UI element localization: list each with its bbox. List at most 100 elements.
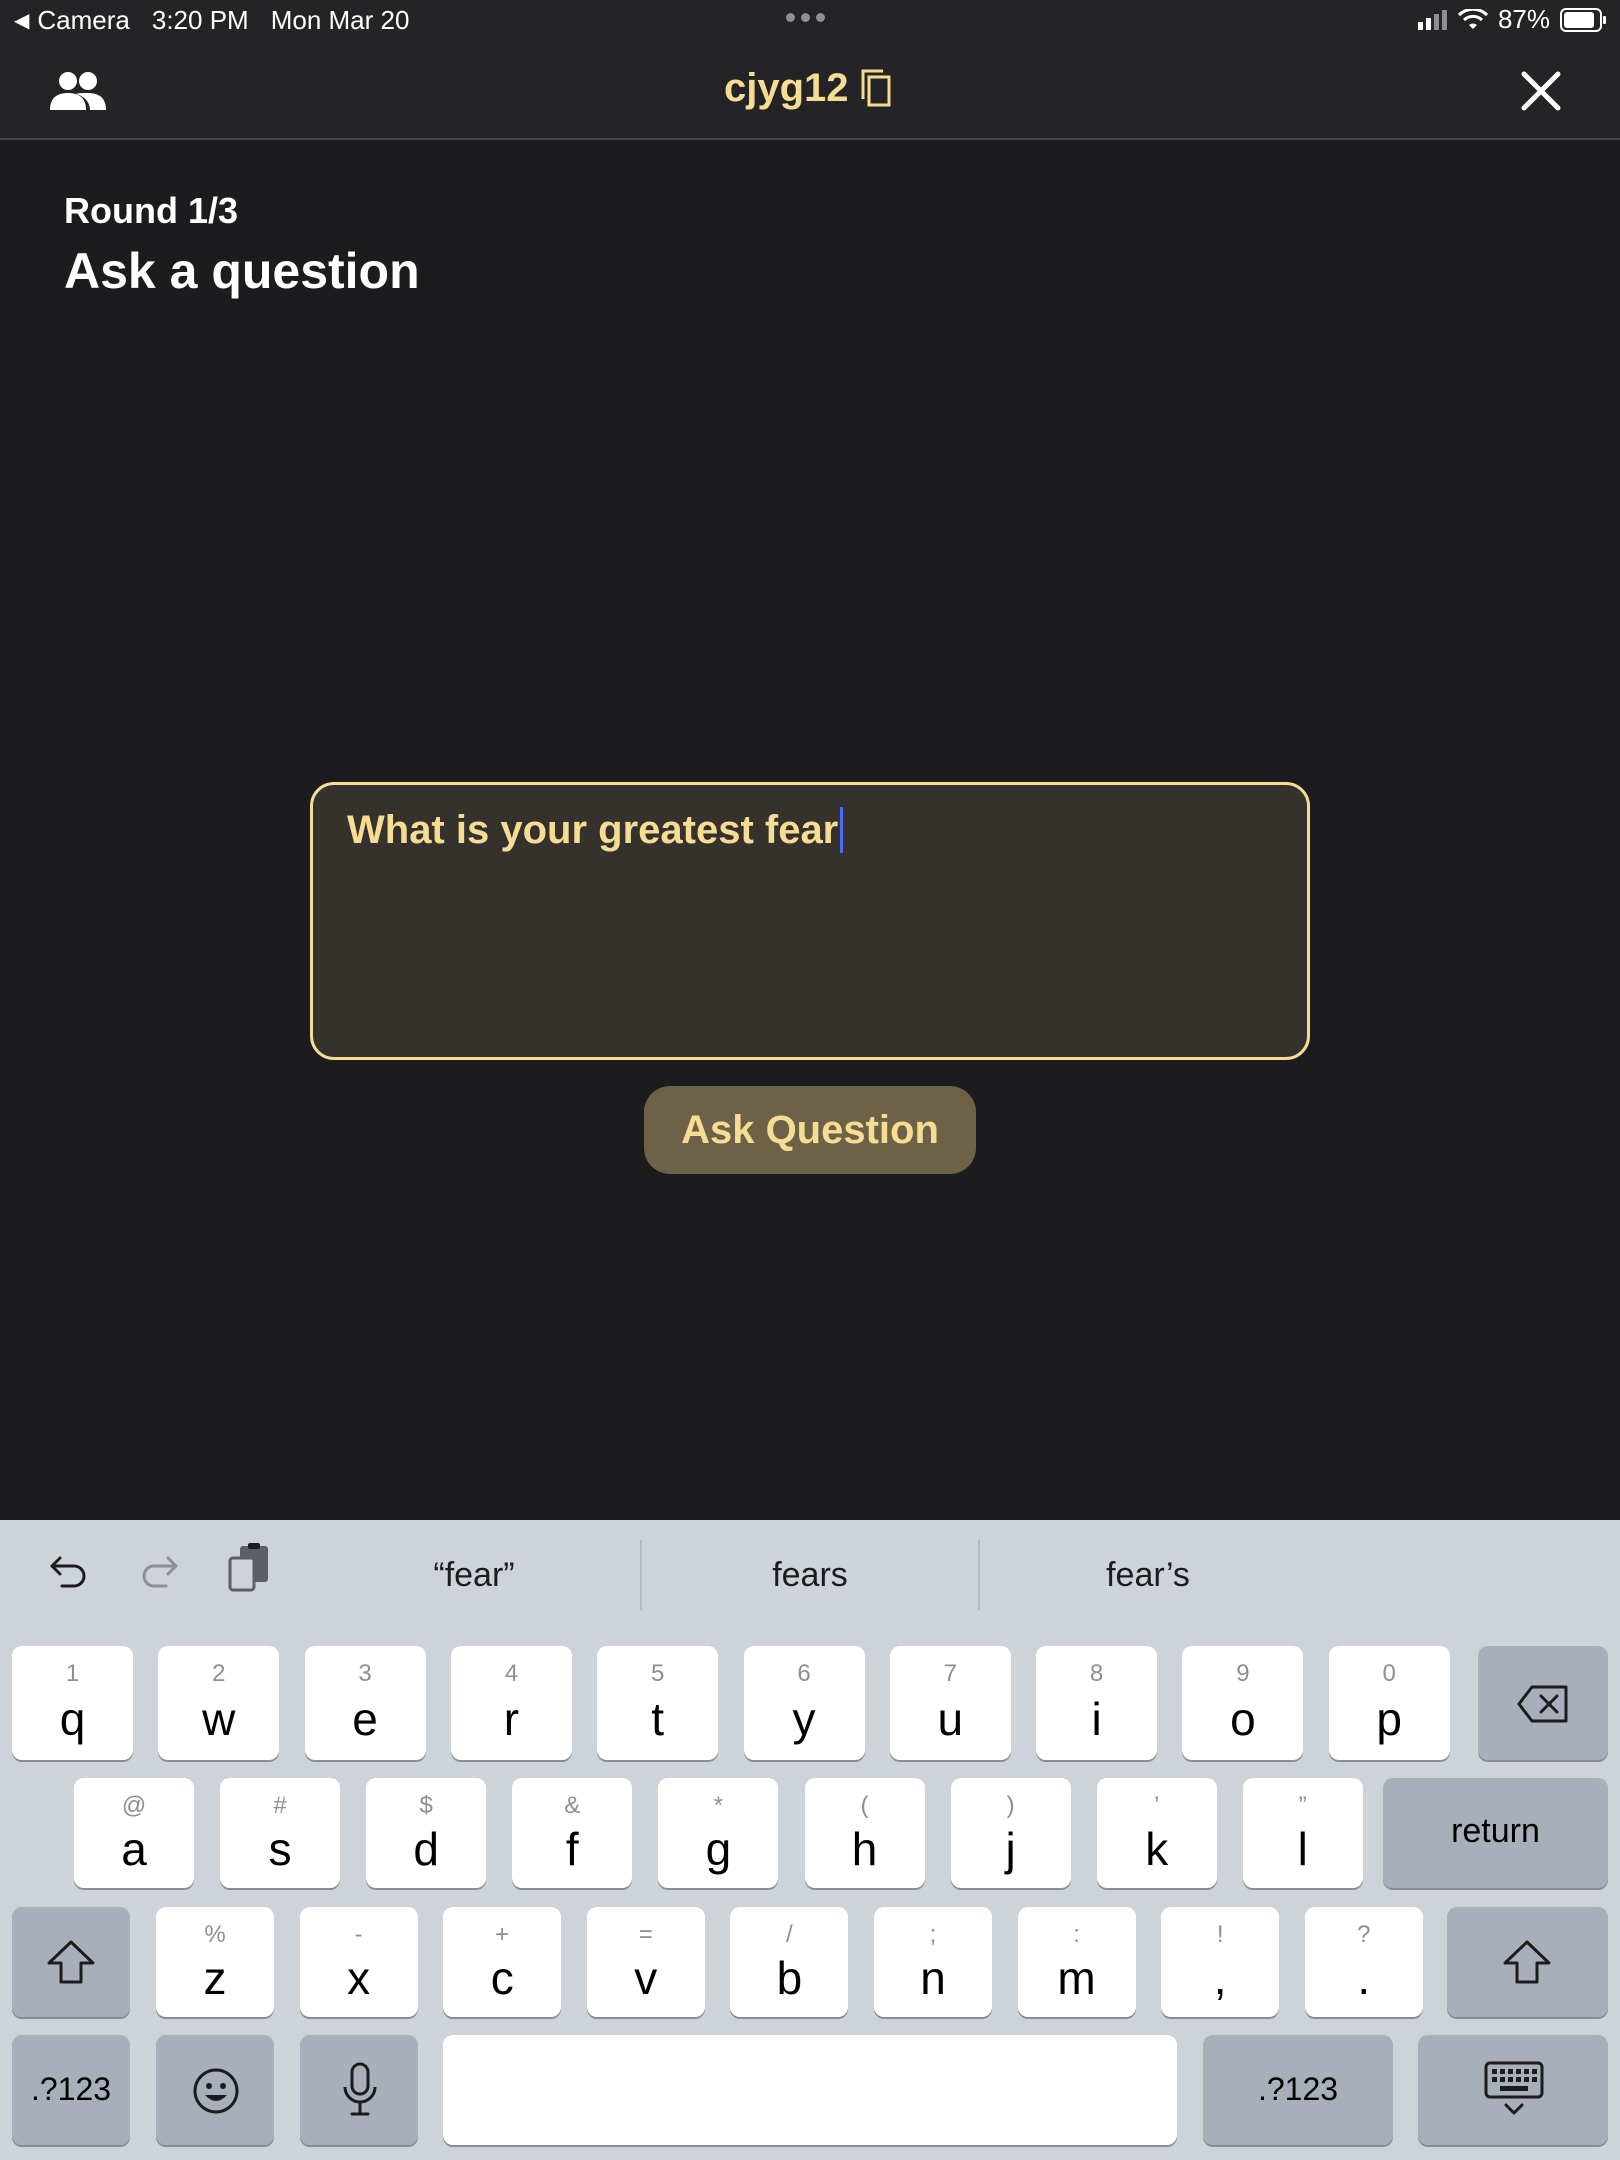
- key-primary-label: z: [203, 1952, 227, 2004]
- key-secondary-label: 1: [65, 1660, 80, 1687]
- numbers-key-left[interactable]: .?123: [12, 2035, 130, 2145]
- key-l[interactable]: ” l: [1242, 1778, 1363, 1888]
- key-primary-label: l: [1297, 1823, 1308, 1875]
- key-,[interactable]: !,: [1161, 1907, 1280, 2017]
- key-v[interactable]: = v: [586, 1907, 705, 2017]
- suggestion-1[interactable]: “fear”: [324, 1556, 624, 1595]
- key-primary-label: y: [792, 1693, 816, 1745]
- emoji-key[interactable]: [156, 2035, 274, 2145]
- key-secondary-label: #: [273, 1792, 287, 1819]
- key-w[interactable]: 2w: [158, 1646, 280, 1760]
- key-secondary-label: !: [1216, 1921, 1224, 1948]
- emoji-icon: [193, 2068, 239, 2114]
- question-input[interactable]: What is your greatest fear: [310, 782, 1310, 1060]
- key-primary-label: e: [352, 1693, 378, 1745]
- key-primary-label: w: [202, 1693, 236, 1745]
- key-y[interactable]: 6y: [743, 1646, 865, 1760]
- status-left: ◀ Camera 3:20 PM Mon Mar 20: [14, 5, 409, 36]
- round-indicator: Round 1/3: [64, 190, 239, 231]
- clipboard-icon[interactable]: [226, 1542, 272, 1594]
- key-x[interactable]: -x: [299, 1907, 418, 2017]
- keyboard-toolbar: “fear” fears fear’s: [0, 1520, 1620, 1628]
- back-arrow-icon[interactable]: ◀: [14, 8, 29, 33]
- key-primary-label: n: [920, 1952, 946, 2004]
- key-p[interactable]: 0p: [1328, 1646, 1450, 1760]
- key-e[interactable]: 3e: [304, 1646, 426, 1760]
- key-secondary-label: 6: [797, 1660, 811, 1687]
- key-secondary-label: 9: [1236, 1660, 1250, 1687]
- return-key[interactable]: return: [1383, 1778, 1608, 1888]
- key-primary-label: t: [651, 1693, 665, 1745]
- key-primary-label: b: [776, 1952, 803, 2004]
- redo-icon[interactable]: [138, 1550, 180, 1592]
- key-secondary-label: -: [354, 1921, 363, 1948]
- key-c[interactable]: + c: [443, 1907, 562, 2017]
- room-code-group[interactable]: cjyg12: [724, 66, 893, 111]
- key-primary-label: q: [59, 1693, 86, 1745]
- undo-icon[interactable]: [48, 1550, 90, 1592]
- key-secondary-label: %: [204, 1921, 226, 1948]
- question-input-value[interactable]: What is your greatest fear: [347, 808, 838, 852]
- back-app-label[interactable]: Camera: [37, 5, 129, 36]
- key-b[interactable]: / b: [730, 1907, 849, 2017]
- suggestion-3[interactable]: fear’s: [998, 1556, 1298, 1595]
- key-j[interactable]: ) j: [950, 1778, 1071, 1888]
- on-screen-keyboard: “fear” fears fear’s return .?123 .?123 1…: [0, 1520, 1620, 2160]
- backspace-icon: [1517, 1685, 1568, 1723]
- backspace-key[interactable]: [1478, 1646, 1608, 1760]
- close-icon[interactable]: [1520, 70, 1562, 112]
- key-primary-label: .: [1357, 1952, 1371, 2004]
- ask-question-button[interactable]: Ask Question: [644, 1086, 976, 1174]
- space-bar[interactable]: [443, 2035, 1177, 2145]
- key-i[interactable]: 8i: [1036, 1646, 1158, 1760]
- room-code[interactable]: cjyg12: [724, 66, 849, 111]
- page-title: Ask a question: [64, 243, 420, 299]
- key-g[interactable]: * g: [658, 1778, 779, 1888]
- key-h[interactable]: (h: [804, 1778, 925, 1888]
- key-primary-label: d: [413, 1823, 439, 1875]
- numbers-key-right[interactable]: .?123: [1203, 2035, 1393, 2145]
- shift-key-right[interactable]: [1447, 1907, 1608, 2017]
- key-z[interactable]: % z: [156, 1907, 274, 2017]
- key-r[interactable]: 4r: [450, 1646, 572, 1760]
- key-secondary-label: ?: [1357, 1921, 1371, 1948]
- people-icon[interactable]: [48, 70, 108, 112]
- key-.[interactable]: ?.: [1304, 1907, 1423, 2017]
- key-primary-label: m: [1057, 1952, 1096, 2004]
- key-f[interactable]: & f: [512, 1778, 633, 1888]
- numbers-key-label: .?123: [1257, 2071, 1339, 2107]
- key-a[interactable]: @ a: [74, 1778, 194, 1888]
- key-o[interactable]: 9o: [1182, 1646, 1304, 1760]
- key-primary-label: v: [634, 1952, 658, 2004]
- key-secondary-label: 3: [358, 1660, 372, 1687]
- key-m[interactable]: :m: [1017, 1907, 1136, 2017]
- key-primary-label: o: [1230, 1693, 1256, 1745]
- app-header: cjyg12: [0, 40, 1620, 140]
- key-k[interactable]: ’ k: [1096, 1778, 1217, 1888]
- key-secondary-label: ;: [929, 1921, 937, 1948]
- key-t[interactable]: 5t: [597, 1646, 719, 1760]
- key-secondary-label: *: [713, 1792, 724, 1819]
- suggestion-2[interactable]: fears: [660, 1556, 960, 1595]
- dismiss-keyboard-key[interactable]: [1418, 2035, 1608, 2145]
- key-u[interactable]: 7u: [889, 1646, 1011, 1760]
- key-s[interactable]: # s: [220, 1778, 341, 1888]
- wifi-icon: [1457, 8, 1488, 29]
- key-secondary-label: &: [564, 1792, 581, 1819]
- key-n[interactable]: ; n: [874, 1907, 992, 2017]
- key-q[interactable]: 1q: [12, 1646, 133, 1760]
- battery-percent: 87%: [1497, 4, 1550, 34]
- key-primary-label: a: [121, 1823, 147, 1875]
- shift-key-left[interactable]: [12, 1907, 130, 2017]
- key-secondary-label: +: [495, 1921, 510, 1948]
- key-primary-label: i: [1091, 1693, 1102, 1745]
- key-d[interactable]: $ d: [366, 1778, 487, 1888]
- microphone-key[interactable]: [300, 2035, 418, 2145]
- key-primary-label: p: [1376, 1693, 1402, 1745]
- status-bar: ◀ Camera 3:20 PM Mon Mar 20 87%: [0, 0, 1620, 40]
- numbers-key-label: .?123: [30, 2071, 112, 2107]
- key-secondary-label: ’: [1154, 1792, 1160, 1819]
- copy-icon[interactable]: [859, 69, 893, 109]
- multitasking-dots-icon[interactable]: [786, 13, 825, 22]
- key-secondary-label: 8: [1089, 1660, 1104, 1687]
